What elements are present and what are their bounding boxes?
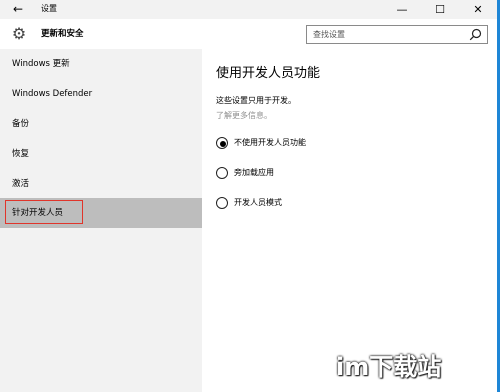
sidebar-item-label: 针对开发人员 <box>12 208 64 218</box>
close-button[interactable]: ✕ <box>459 0 497 19</box>
window-title: 设置 <box>41 4 57 13</box>
search-icon[interactable] <box>469 28 482 41</box>
settings-window: ← 设置 — ☐ ✕ ⚙ 更新和安全 查找设置 Windows 更新 Windo… <box>0 0 500 392</box>
radio-no-developer-features[interactable]: 不使用开发人员功能 <box>216 137 416 151</box>
sidebar-item-activation[interactable]: 激活 <box>0 169 202 199</box>
radio-label: 不使用开发人员功能 <box>234 138 306 147</box>
main-content: 使用开发人员功能 这些设置只用于开发。 了解更多信息。 不使用开发人员功能 旁加… <box>202 49 497 392</box>
sidebar-item-windows-defender[interactable]: Windows Defender <box>0 79 202 109</box>
radio-developer-mode[interactable]: 开发人员模式 <box>216 197 416 211</box>
watermark: im下载站 <box>336 348 496 388</box>
learn-more-link[interactable]: 了解更多信息。 <box>216 110 272 121</box>
sidebar-item-backup[interactable]: 备份 <box>0 109 202 139</box>
sidebar-item-label: Windows Defender <box>12 89 93 99</box>
back-arrow-icon[interactable]: ← <box>10 1 26 17</box>
search-input[interactable]: 查找设置 <box>306 25 488 44</box>
sidebar-item-windows-update[interactable]: Windows 更新 <box>0 49 202 79</box>
radio-circle[interactable] <box>216 197 228 209</box>
maximize-button[interactable]: ☐ <box>421 0 459 19</box>
search-placeholder: 查找设置 <box>313 30 345 39</box>
sidebar-item-for-developers[interactable]: 针对开发人员 <box>0 198 202 228</box>
description-text: 这些设置只用于开发。 <box>216 96 296 105</box>
page-title: 使用开发人员功能 <box>216 66 321 81</box>
radio-circle[interactable] <box>216 167 228 179</box>
title-bar: ← 设置 — ☐ ✕ <box>0 0 497 19</box>
section-title: 更新和安全 <box>41 29 84 39</box>
watermark-text: im下载站 <box>336 353 442 381</box>
settings-header: ⚙ 更新和安全 查找设置 <box>0 19 497 49</box>
sidebar-item-label: 激活 <box>12 179 30 189</box>
sidebar: Windows 更新 Windows Defender 备份 恢复 激活 针对开… <box>0 49 202 392</box>
radio-selected-dot <box>220 141 226 147</box>
radio-sideload-apps[interactable]: 旁加载应用 <box>216 167 416 181</box>
radio-label: 旁加载应用 <box>234 168 274 177</box>
sidebar-item-label: 备份 <box>12 119 30 129</box>
gear-icon: ⚙ <box>11 24 27 43</box>
sidebar-item-label: 恢复 <box>12 149 30 159</box>
radio-label: 开发人员模式 <box>234 198 282 207</box>
sidebar-item-recovery[interactable]: 恢复 <box>0 139 202 169</box>
sidebar-item-label: Windows 更新 <box>12 59 70 69</box>
minimize-button[interactable]: — <box>383 0 421 19</box>
radio-circle[interactable] <box>216 137 228 149</box>
